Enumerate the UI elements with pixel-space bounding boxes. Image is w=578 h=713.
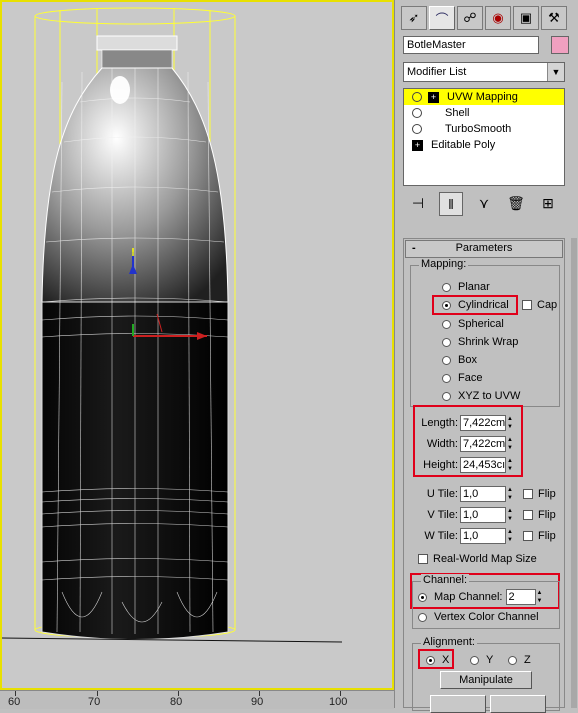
- modifier-list-dropdown[interactable]: Modifier List ▼: [403, 62, 565, 82]
- radio-align-z[interactable]: Z: [508, 654, 531, 666]
- radio-xyz-to-uvw[interactable]: XYZ to UVW: [442, 390, 520, 402]
- radio-align-y[interactable]: Y: [470, 654, 493, 666]
- radio-face[interactable]: Face: [442, 372, 482, 384]
- parameters-rollout-header[interactable]: - Parameters: [405, 240, 563, 258]
- expand-icon[interactable]: +: [428, 91, 439, 103]
- object-color-swatch[interactable]: [551, 36, 569, 54]
- u-tile-row: U Tile: 1,0 ▲ ▼ Flip: [426, 486, 556, 502]
- real-world-map-size-checkbox[interactable]: Real-World Map Size: [418, 553, 537, 565]
- radio-planar[interactable]: Planar: [442, 281, 490, 293]
- ruler-label: 70: [88, 696, 101, 708]
- lightbulb-icon[interactable]: [412, 124, 422, 135]
- radio-shrink-wrap[interactable]: Shrink Wrap: [442, 336, 518, 348]
- modifier-stack[interactable]: + UVW Mapping Shell TurboSmooth + Editable…: [403, 88, 565, 186]
- channel-group-label: Channel:: [421, 574, 470, 586]
- v-flip-checkbox[interactable]: [523, 510, 533, 520]
- pin-stack-icon[interactable]: ⊣: [407, 192, 429, 214]
- v-tile-input[interactable]: 1,0: [460, 507, 506, 523]
- create-tab[interactable]: ➶: [401, 6, 427, 30]
- u-flip-checkbox[interactable]: [523, 489, 533, 499]
- radio-box[interactable]: Box: [442, 354, 477, 366]
- stack-item-editable-poly[interactable]: + Editable Poly: [404, 137, 564, 153]
- height-row: Height: 24,453cı ▲ ▼: [418, 457, 517, 473]
- command-panel-tabs: ➶ ⌒ ☍ ◉ ▣ ⚒: [401, 6, 567, 30]
- length-row: Length: 7,422cm ▲ ▼: [418, 415, 517, 431]
- command-panel: ➶ ⌒ ☍ ◉ ▣ ⚒ BotleMaster Modifier List ▼ …: [394, 0, 578, 713]
- utilities-tab[interactable]: ⚒: [541, 6, 567, 30]
- height-spinner-icon[interactable]: ▲ ▼: [507, 457, 517, 473]
- panel-scrollbar[interactable]: [571, 238, 577, 708]
- rollout-title: Parameters: [455, 242, 513, 254]
- cap-checkbox[interactable]: Cap: [522, 299, 557, 311]
- ruler-label: 60: [8, 696, 21, 708]
- v-tile-spinner-icon[interactable]: ▲ ▼: [507, 507, 517, 523]
- radio-align-x[interactable]: X: [426, 654, 449, 666]
- height-input[interactable]: 24,453cı: [460, 457, 506, 473]
- w-tile-input[interactable]: 1,0: [460, 528, 506, 544]
- fit-button[interactable]: [430, 695, 486, 713]
- width-label: Width:: [426, 438, 458, 450]
- stack-item-turbosmooth[interactable]: TurboSmooth: [404, 121, 564, 137]
- show-end-result-icon[interactable]: ‖: [439, 192, 463, 216]
- make-unique-icon[interactable]: ⋎: [473, 192, 495, 214]
- u-tile-input[interactable]: 1,0: [460, 486, 506, 502]
- lightbulb-icon[interactable]: [412, 108, 422, 119]
- radio-spherical[interactable]: Spherical: [442, 318, 504, 330]
- width-spinner-icon[interactable]: ▲ ▼: [507, 436, 517, 452]
- map-channel-spinner-icon[interactable]: ▲ ▼: [537, 589, 547, 605]
- motion-tab[interactable]: ◉: [485, 6, 511, 30]
- time-ruler[interactable]: 60 70 80 90 100: [0, 690, 394, 709]
- stack-toolbar: ⊣ ‖ ⋎ 🗑 ⊞: [407, 192, 559, 216]
- w-flip-checkbox[interactable]: [523, 531, 533, 541]
- width-row: Width: 7,422cm ▲ ▼: [418, 436, 517, 452]
- stack-item-label: UVW Mapping: [447, 91, 518, 103]
- remove-modifier-icon[interactable]: 🗑: [505, 192, 527, 214]
- utilities-icon: ⚒: [548, 10, 560, 25]
- configure-sets-icon[interactable]: ⊞: [537, 192, 559, 214]
- map-channel-input[interactable]: 2: [505, 589, 536, 605]
- modify-icon: ⌒: [435, 11, 449, 27]
- length-input[interactable]: 7,422cm: [460, 415, 506, 431]
- lightbulb-icon[interactable]: [412, 92, 422, 103]
- hierarchy-tab[interactable]: ☍: [457, 6, 483, 30]
- parameters-rollout: - Parameters Mapping: Planar Cylindrical…: [403, 238, 565, 713]
- stack-item-label: Shell: [445, 107, 470, 119]
- stack-item-uvw-mapping[interactable]: + UVW Mapping: [404, 89, 564, 105]
- motion-icon: ◉: [492, 10, 504, 25]
- hierarchy-icon: ☍: [463, 10, 477, 25]
- manipulate-button[interactable]: Manipulate: [440, 671, 532, 689]
- stack-item-label: TurboSmooth: [445, 123, 512, 135]
- object-name-field[interactable]: BotleMaster: [403, 36, 539, 54]
- radio-vertex-color-channel[interactable]: Vertex Color Channel: [418, 611, 539, 623]
- ruler-label: 100: [329, 696, 348, 708]
- perspective-viewport[interactable]: [0, 0, 394, 690]
- modifier-list-label: Modifier List: [407, 66, 467, 78]
- stack-item-shell[interactable]: Shell: [404, 105, 564, 121]
- display-tab[interactable]: ▣: [513, 6, 539, 30]
- center-button[interactable]: [490, 695, 546, 713]
- alignment-group-label: Alignment:: [421, 636, 477, 648]
- ruler-label: 80: [170, 696, 183, 708]
- bottle-model-render: [2, 7, 343, 643]
- expand-icon[interactable]: +: [412, 139, 423, 151]
- modify-tab[interactable]: ⌒: [429, 6, 455, 30]
- height-label: Height:: [423, 459, 458, 471]
- radio-map-channel[interactable]: Map Channel: 2 ▲ ▼: [418, 589, 547, 605]
- v-tile-row: V Tile: 1,0 ▲ ▼ Flip: [427, 507, 556, 523]
- length-label: Length:: [421, 417, 458, 429]
- stack-item-label: Editable Poly: [431, 139, 496, 151]
- u-tile-spinner-icon[interactable]: ▲ ▼: [507, 486, 517, 502]
- w-tile-spinner-icon[interactable]: ▲ ▼: [507, 528, 517, 544]
- collapse-icon: -: [412, 242, 416, 254]
- w-tile-row: W Tile: 1,0 ▲ ▼ Flip: [424, 528, 556, 544]
- create-icon: ➶: [408, 10, 420, 25]
- mapping-group-label: Mapping:: [419, 258, 469, 270]
- chevron-down-icon[interactable]: ▼: [547, 63, 564, 81]
- length-spinner-icon[interactable]: ▲ ▼: [507, 415, 517, 431]
- display-icon: ▣: [519, 10, 533, 25]
- annotation-red-box: [432, 295, 518, 315]
- width-input[interactable]: 7,422cm: [460, 436, 506, 452]
- ruler-label: 90: [251, 696, 264, 708]
